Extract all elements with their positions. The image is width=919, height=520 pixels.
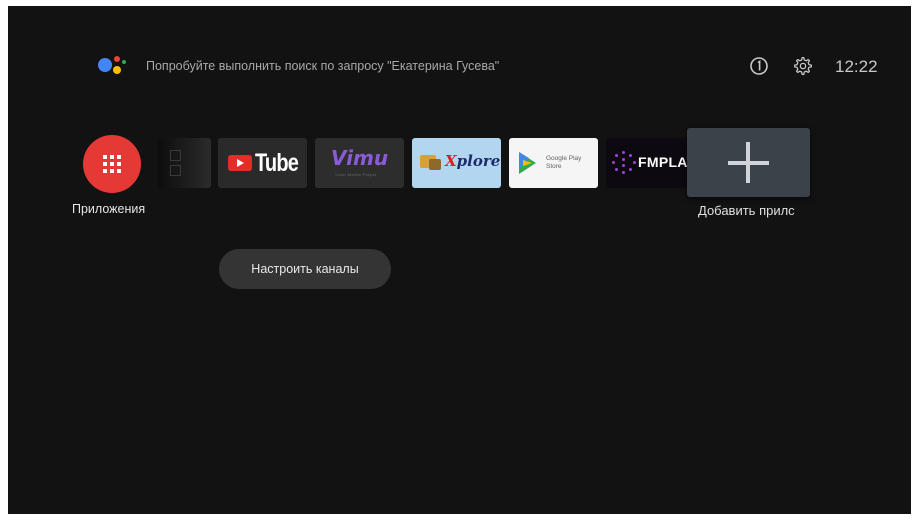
add-app-button[interactable] (687, 128, 810, 197)
clock: 12:22 (835, 57, 878, 76)
app-tile-youtube[interactable]: Tube (218, 138, 307, 188)
app-tile-play-store[interactable]: Google Play Store (509, 138, 598, 188)
vimu-subtitle: Vimu Media Player (335, 172, 377, 177)
fmplay-logo-text: FMPLAY (638, 154, 688, 170)
tv-home-screen: Попробуйте выполнить поиск по запросу "Е… (8, 6, 911, 514)
app-tile-partial[interactable] (158, 138, 211, 188)
app-tile-xplore[interactable]: Xplore (412, 138, 501, 188)
play-store-label: Google Play Store (546, 155, 582, 170)
gear-icon[interactable] (793, 56, 813, 76)
customize-channels-button[interactable]: Настроить каналы (219, 249, 391, 289)
app-tile-fmplay[interactable]: FMPLAY (606, 138, 688, 188)
youtube-play-icon (228, 155, 252, 171)
apps-label: Приложения (72, 202, 146, 216)
add-app-label: Добавить прилс (698, 203, 795, 218)
search-hint[interactable]: Попробуйте выполнить поиск по запросу "Е… (146, 59, 499, 73)
app-tile-icon (170, 150, 181, 161)
google-assistant-icon[interactable] (98, 56, 126, 82)
apps-button[interactable] (83, 135, 141, 193)
notification-icon[interactable] (749, 56, 769, 76)
xplore-logo-text: Xplore (445, 152, 501, 170)
app-tile-vimu[interactable]: Vimu Vimu Media Player (315, 138, 404, 188)
apps-grid-icon (103, 155, 121, 173)
fmplay-dots-icon (612, 151, 636, 175)
youtube-logo-text: Tube (255, 149, 299, 177)
vimu-logo-text: Vimu (331, 146, 389, 170)
